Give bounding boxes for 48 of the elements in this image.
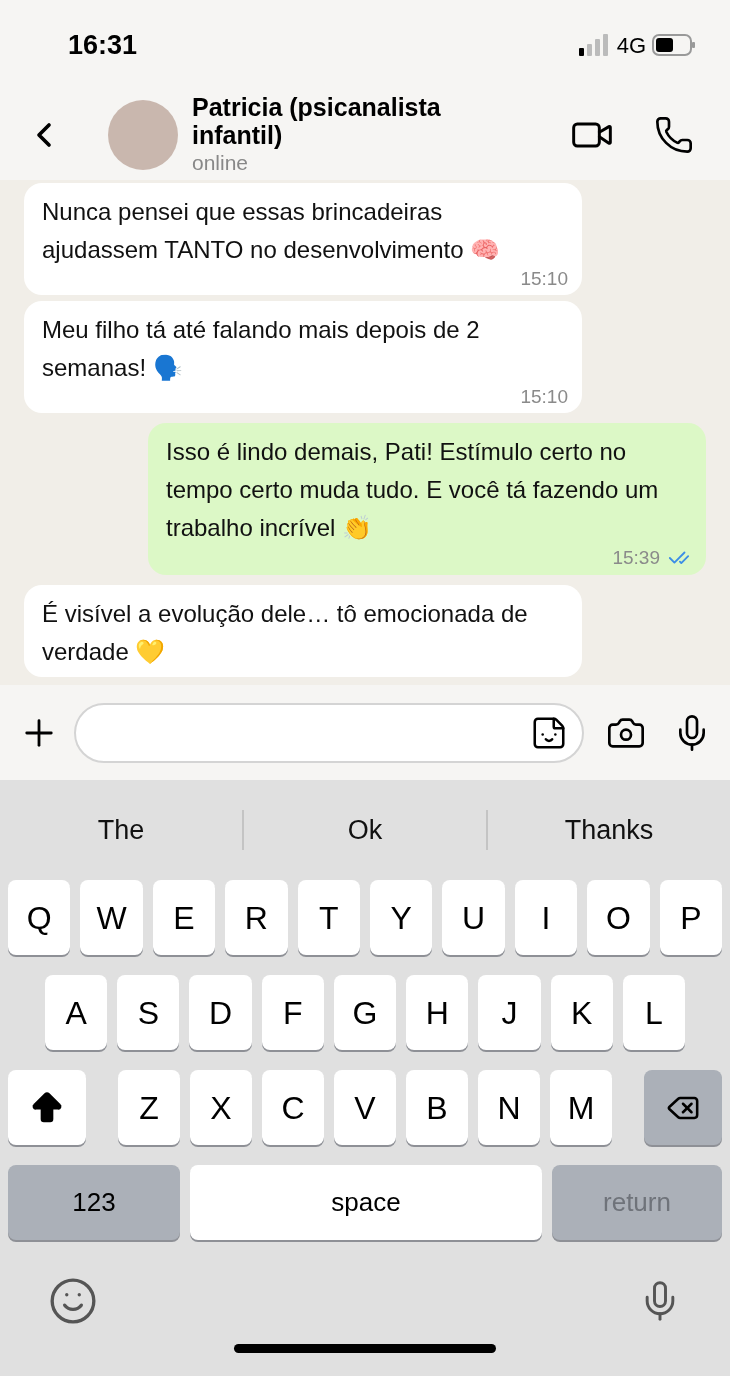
battery-icon: [652, 34, 696, 56]
keyboard-key[interactable]: R: [225, 880, 288, 955]
suggestion-word[interactable]: Ok: [244, 809, 486, 851]
network-label: 4G: [616, 31, 646, 60]
keyboard-key[interactable]: B: [406, 1070, 468, 1145]
emoji-icon[interactable]: [48, 1276, 98, 1326]
keyboard-key[interactable]: I: [514, 880, 578, 955]
keyboard-key[interactable]: G: [333, 975, 397, 1050]
backspace-key[interactable]: [644, 1070, 722, 1145]
keyboard-key[interactable]: C: [262, 1070, 324, 1145]
keyboard-key[interactable]: S: [117, 975, 180, 1050]
suggestion-word[interactable]: The: [0, 809, 242, 851]
message-time: 15:10: [520, 387, 568, 407]
keyboard-key[interactable]: H: [406, 975, 469, 1050]
message-text: Isso é lindo demais, Pati! Estímulo certo no tempo certo muda tudo. E você tá fazendo um trabalho incrível 👏: [166, 437, 660, 543]
keyboard-key[interactable]: L: [622, 975, 685, 1050]
message-time: 15:10: [520, 269, 568, 289]
keyboard-key[interactable]: F: [261, 975, 324, 1050]
keyboard-key[interactable]: J: [478, 975, 541, 1050]
phone-call-icon[interactable]: [654, 115, 694, 155]
keyboard-key[interactable]: W: [80, 880, 143, 955]
keyboard-key[interactable]: O: [587, 880, 650, 955]
message-time: 15:39: [612, 548, 660, 568]
keyboard-key[interactable]: N: [478, 1070, 540, 1145]
contact-name[interactable]: Patricia (psicanalista infantil): [192, 93, 482, 149]
keyboard-key[interactable]: K: [550, 975, 613, 1050]
keyboard-key[interactable]: M: [550, 1070, 612, 1145]
keyboard-key[interactable]: A: [45, 975, 108, 1050]
message-text: Nunca pensei que essas brincadeiras ajudassem TANTO no desenvolvimento 🧠: [42, 197, 502, 265]
keyboard-key[interactable]: U: [442, 880, 505, 955]
contact-status: online: [192, 150, 250, 176]
keyboard-key[interactable]: X: [190, 1070, 252, 1145]
keyboard-key[interactable]: D: [189, 975, 252, 1050]
keyboard-key[interactable]: Z: [118, 1070, 180, 1145]
message-text: Meu filho tá até falando mais depois de 2 semanas! 🗣: [42, 315, 481, 383]
shift-key[interactable]: [8, 1070, 86, 1145]
signal-icon: [578, 34, 611, 56]
suggestion-word[interactable]: Thanks: [488, 809, 730, 851]
keyboard-key[interactable]: Q: [8, 880, 71, 955]
numbers-key[interactable]: 123: [8, 1165, 180, 1240]
keyboard-key[interactable]: E: [152, 880, 216, 955]
keyboard-key[interactable]: P: [659, 880, 723, 955]
keyboard-key[interactable]: Y: [370, 880, 433, 955]
space-key[interactable]: space: [190, 1165, 542, 1240]
status-time: 16:31: [68, 28, 138, 62]
keyboard-key[interactable]: T: [297, 880, 361, 955]
message-text: É visível a evolução dele… tô emocionada de verdade 💛: [42, 599, 529, 667]
keyboard-key[interactable]: V: [334, 1070, 396, 1145]
